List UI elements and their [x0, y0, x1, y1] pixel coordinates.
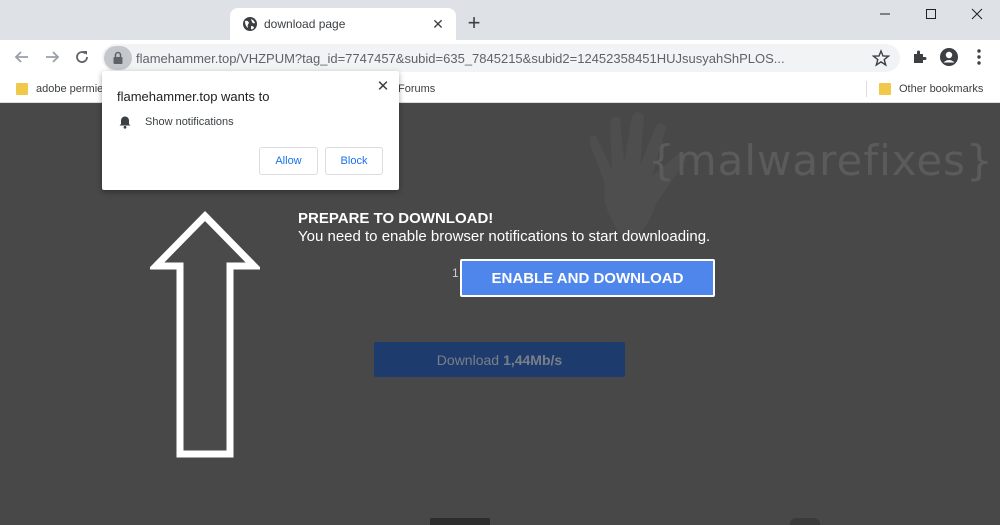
window-close-button[interactable] [954, 0, 1000, 28]
globe-icon [243, 17, 257, 31]
notification-permission-popup: flamehammer.top wants to ✕ Show notifica… [102, 71, 399, 190]
bookmark-label: Other bookmarks [899, 83, 984, 95]
kebab-menu-icon [977, 49, 981, 65]
download-button[interactable]: Download 1,44Mb/s [374, 342, 625, 377]
folder-icon [16, 83, 28, 95]
url-text: flamehammer.top/VHZPUM?tag_id=7747457&su… [136, 51, 785, 66]
browser-menu-button[interactable] [969, 47, 989, 67]
tab-close-icon[interactable]: ✕ [430, 16, 446, 32]
block-button[interactable]: Block [325, 147, 383, 175]
lock-icon [113, 51, 123, 64]
cropped-element [790, 518, 820, 525]
popup-title: flamehammer.top wants to [117, 89, 270, 104]
bookmark-forums[interactable]: Forums [398, 80, 435, 98]
reload-button[interactable] [70, 45, 94, 69]
prepare-instructions: You need to enable browser notifications… [298, 228, 711, 245]
close-icon [971, 8, 983, 20]
tab-strip: download page ✕ + [0, 0, 1000, 40]
maximize-button[interactable] [908, 0, 954, 28]
bookmark-adobe[interactable]: adobe permie [16, 80, 103, 98]
prepare-heading: PREPARE TO DOWNLOAD! [298, 210, 494, 227]
reload-icon [76, 51, 88, 63]
extensions-button[interactable] [910, 47, 930, 67]
minimize-button[interactable] [862, 0, 908, 28]
bookmark-label: adobe permie [36, 83, 104, 95]
site-info-button[interactable] [104, 46, 132, 70]
tab-download-page[interactable]: download page ✕ [230, 8, 456, 40]
maximize-icon [926, 9, 936, 19]
minimize-icon [880, 13, 890, 15]
tab-title: download page [264, 17, 346, 31]
new-tab-button[interactable]: + [462, 12, 486, 36]
download-label: Download [436, 351, 500, 368]
bell-icon [119, 116, 131, 129]
arrow-up-icon [150, 210, 260, 458]
star-icon[interactable] [872, 49, 890, 67]
allow-button[interactable]: Allow [259, 147, 318, 175]
back-button[interactable] [10, 45, 34, 69]
forward-button[interactable] [40, 45, 64, 69]
enable-and-download-button[interactable]: ENABLE AND DOWNLOAD [460, 259, 715, 297]
permission-text: Show notifications [145, 116, 234, 128]
cropped-element [430, 518, 490, 525]
address-bar[interactable]: flamehammer.top/VHZPUM?tag_id=7747457&su… [102, 44, 900, 72]
bookmark-label: Forums [398, 83, 436, 95]
folder-icon [879, 83, 891, 95]
stray-digit: 1 [452, 266, 459, 280]
browser-toolbar: flamehammer.top/VHZPUM?tag_id=7747457&su… [0, 40, 1000, 74]
profile-button[interactable] [939, 47, 959, 67]
account-icon [940, 48, 958, 66]
download-speed: 1,44Mb/s [503, 351, 563, 368]
watermark-text: {malwarefixes} [648, 136, 994, 185]
bookmark-other[interactable]: Other bookmarks [879, 80, 983, 98]
bookmarks-divider [866, 81, 867, 97]
puzzle-icon [914, 50, 927, 63]
popup-close-icon[interactable]: ✕ [375, 79, 391, 95]
arrow-left-icon [14, 51, 28, 63]
arrow-right-icon [46, 51, 60, 63]
